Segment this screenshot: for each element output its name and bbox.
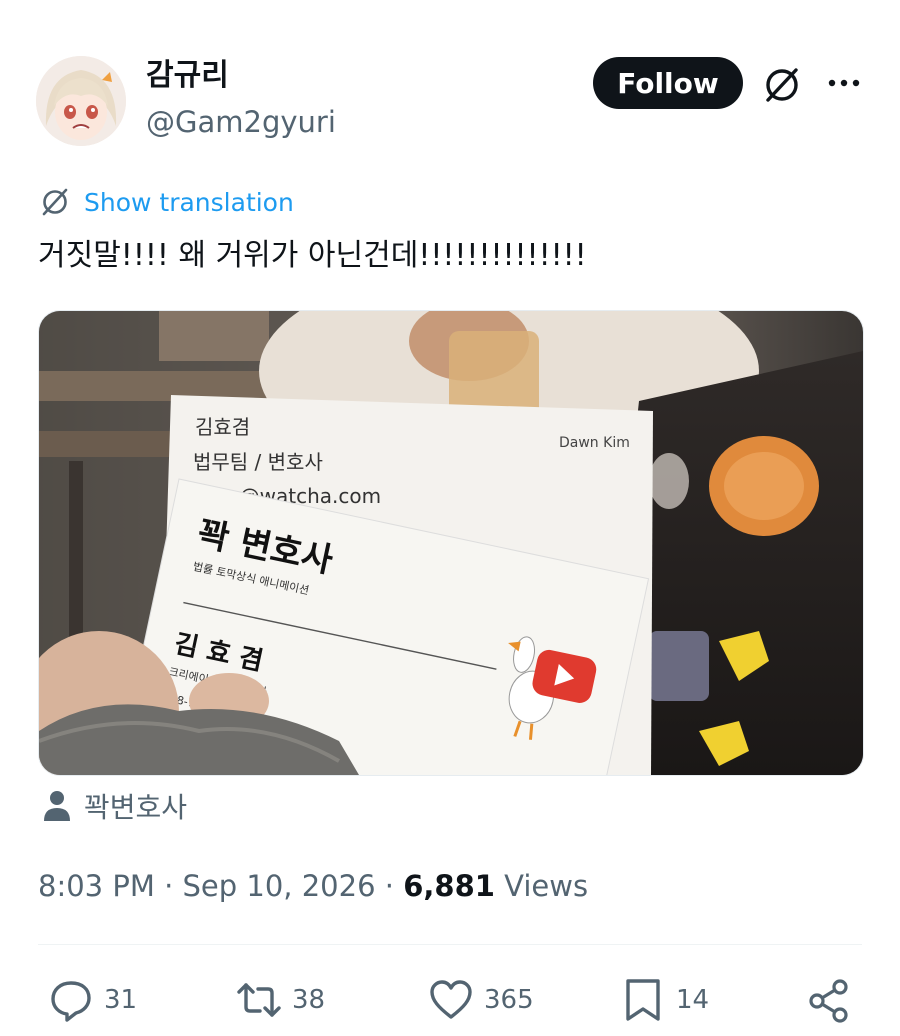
avatar[interactable] xyxy=(36,56,126,146)
tweet-meta: 8:03 PM · Sep 10, 2026 · 6,881 Views xyxy=(38,866,588,906)
anime-avatar-icon xyxy=(36,56,126,146)
photo-business-cards: 김효겸 법무팀 / 변호사 n@watcha.com Dawn Kim 꽉 변호… xyxy=(39,311,863,775)
back-card-english-name: Dawn Kim xyxy=(559,435,630,451)
show-translation-link[interactable]: Show translation xyxy=(84,188,294,217)
bookmark-count: 14 xyxy=(676,985,710,1015)
reply-icon xyxy=(51,981,91,1022)
tagged-user-label[interactable]: 꽉변호사 xyxy=(84,786,187,826)
back-card-title: 법무팀 / 변호사 xyxy=(193,450,323,474)
bookmark-button[interactable]: 14 xyxy=(620,970,709,1030)
like-count: 365 xyxy=(484,985,534,1015)
repost-count: 38 xyxy=(292,985,326,1015)
translation-row: Show translation xyxy=(38,184,294,220)
grok-icon xyxy=(766,68,798,102)
tweet-date[interactable]: Sep 10, 2026 xyxy=(183,869,376,903)
back-card-name: 김효겸 xyxy=(195,415,250,439)
meta-separator: · xyxy=(375,869,404,903)
more-icon xyxy=(828,79,860,87)
bookmark-icon xyxy=(626,979,660,1021)
tagged-user-row[interactable]: 꽉변호사 xyxy=(42,786,187,826)
grok-translate-icon xyxy=(42,188,68,216)
views-label: Views xyxy=(494,869,589,903)
person-icon xyxy=(44,791,70,821)
meta-separator: · xyxy=(154,869,183,903)
tweet-text: 거짓말!!!! 왜 거위가 아닌건데!!!!!!!!!!!!!! xyxy=(38,238,587,273)
display-name[interactable]: 감규리 xyxy=(146,58,229,94)
follow-button[interactable]: Follow xyxy=(593,57,743,109)
grok-button[interactable] xyxy=(760,63,804,107)
handle[interactable]: @Gam2gyuri xyxy=(146,104,336,140)
action-bar: 31 38 365 14 xyxy=(0,970,900,1030)
like-button[interactable]: 365 xyxy=(428,970,534,1030)
heart-icon xyxy=(430,980,472,1019)
views-count: 6,881 xyxy=(403,869,495,903)
share-button[interactable] xyxy=(806,970,852,1030)
reply-button[interactable]: 31 xyxy=(48,970,137,1030)
tweet-photo[interactable]: 김효겸 법무팀 / 변호사 n@watcha.com Dawn Kim 꽉 변호… xyxy=(38,310,864,776)
repost-button[interactable]: 38 xyxy=(236,970,325,1030)
divider xyxy=(38,944,862,945)
share-icon xyxy=(809,979,848,1023)
repost-icon xyxy=(237,983,281,1017)
more-button[interactable] xyxy=(822,63,866,107)
tweet-time[interactable]: 8:03 PM xyxy=(38,869,155,903)
reply-count: 31 xyxy=(104,985,138,1015)
